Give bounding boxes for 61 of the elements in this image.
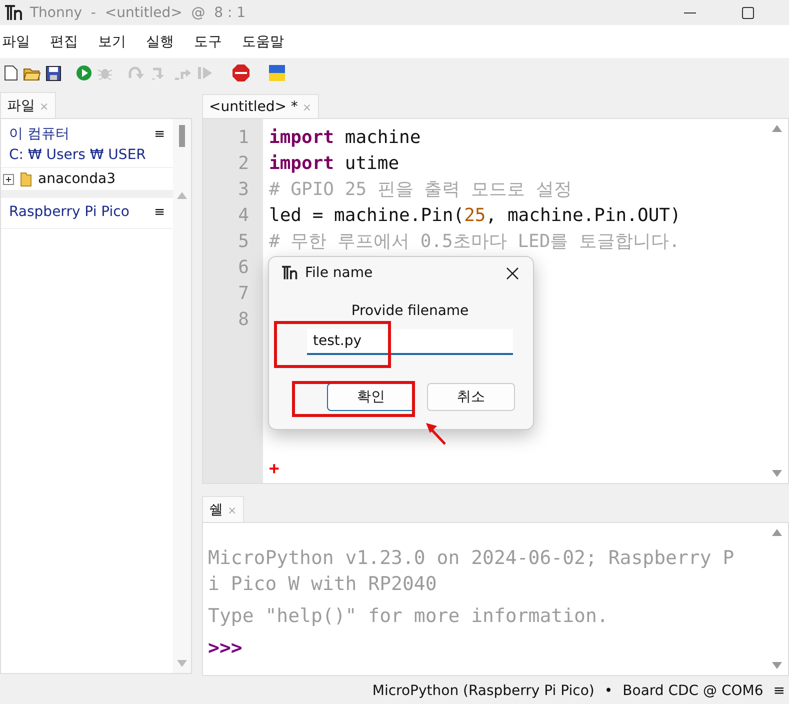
panel-title: 이 컴퓨터 xyxy=(9,125,70,143)
folder-icon[interactable] xyxy=(23,66,41,80)
menu-item[interactable]: 실행 xyxy=(146,32,174,50)
stop-sign-icon[interactable] xyxy=(232,64,250,82)
line-number: 5 xyxy=(237,230,250,254)
scroll-up-icon[interactable] xyxy=(177,192,187,199)
scrollbar-thumb[interactable] xyxy=(179,125,185,147)
arrow-icon xyxy=(425,422,447,446)
scroll-down-icon[interactable] xyxy=(177,660,187,667)
menu-item[interactable]: 파일 xyxy=(2,32,30,50)
ok-button[interactable]: 확인 xyxy=(327,383,415,411)
shell-prompt: >>> xyxy=(208,636,244,661)
panel-menu-button[interactable]: ≡ xyxy=(154,126,165,142)
window-title: Thonny - <untitled> @ 8 : 1 xyxy=(30,4,246,20)
folder-icon xyxy=(20,171,32,187)
shell-tab[interactable]: 쉘 × xyxy=(202,496,244,522)
code-line: led = machine.Pin(25, machine.Pin.OUT) xyxy=(269,205,681,226)
line-number: 2 xyxy=(237,152,250,176)
run-icon[interactable] xyxy=(76,65,92,81)
line-number: 1 xyxy=(237,126,250,150)
code-line: import utime xyxy=(269,153,400,174)
app-logo-icon xyxy=(4,4,24,22)
line-number: 7 xyxy=(237,282,250,306)
shell-output: MicroPython v1.23.0 on 2024-06-02; Raspberry Pi Pico W with RP2040 xyxy=(208,546,734,597)
status-separator: • xyxy=(604,683,613,699)
code-line: # 무한 루프에서 0.5초마다 LED를 토글합니다. xyxy=(269,231,680,252)
line-number: 6 xyxy=(237,256,250,280)
expander-icon[interactable] xyxy=(3,174,14,184)
panel-menu-button[interactable]: ≡ xyxy=(154,204,165,220)
line-number: 4 xyxy=(237,204,250,228)
panel-title: Raspberry Pi Pico xyxy=(9,204,130,220)
editor-tab[interactable]: <untitled> * × xyxy=(202,94,319,118)
menu-item[interactable]: 도구 xyxy=(194,32,222,50)
new-file-icon[interactable] xyxy=(4,65,18,81)
filename-field[interactable]: test.py xyxy=(307,329,513,355)
cancel-button[interactable]: 취소 xyxy=(427,383,515,411)
menu-item[interactable]: 도움말 xyxy=(242,32,284,50)
flag-icon[interactable] xyxy=(269,65,285,81)
prompt-label: Provide filename xyxy=(350,303,470,319)
dialog-title: File name xyxy=(305,265,373,281)
menu-item[interactable]: 편집 xyxy=(50,32,78,50)
status-menu-button[interactable]: ≡ xyxy=(773,683,785,699)
scroll-down-icon[interactable] xyxy=(772,662,782,669)
save-icon[interactable] xyxy=(46,66,61,80)
close-icon[interactable] xyxy=(506,266,519,280)
scroll-up-icon[interactable] xyxy=(772,529,782,536)
folder-path: C: ₩ Users ₩ USER xyxy=(9,147,147,163)
scroll-down-icon[interactable] xyxy=(772,470,782,477)
interpreter-label[interactable]: MicroPython (Raspberry Pi Pico) xyxy=(372,683,594,699)
cursor-marker: + xyxy=(269,459,280,479)
menu-item[interactable]: 보기 xyxy=(98,32,126,50)
code-line: # GPIO 25 핀을 출력 모드로 설정 xyxy=(269,179,572,200)
port-label[interactable]: Board CDC @ COM6 xyxy=(622,683,764,699)
app-logo-icon xyxy=(281,265,299,281)
scroll-up-icon[interactable] xyxy=(772,125,782,132)
files-tab[interactable]: 파일 × xyxy=(0,92,56,118)
code-line: import machine xyxy=(269,127,421,148)
line-number: 8 xyxy=(237,308,250,332)
maximize-icon[interactable] xyxy=(741,6,755,20)
line-number: 3 xyxy=(237,178,250,202)
shell-output: Type "help()" for more information. xyxy=(208,604,610,629)
